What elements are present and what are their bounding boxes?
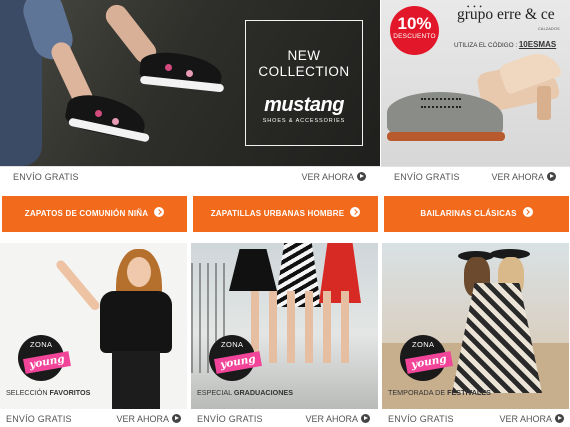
black-skirt	[229, 249, 277, 291]
zona-label: ZONA	[30, 340, 53, 349]
young-label: young	[214, 351, 262, 374]
promo-code-label: UTILIZA EL CÓDIGO :	[454, 42, 518, 49]
ver-ahora-link[interactable]: VER AHORA	[305, 414, 370, 424]
zona-label: ZONA	[412, 340, 435, 349]
caption-text: SELECCIÓN	[6, 388, 50, 397]
promo-code: 10ESMAS	[518, 40, 557, 49]
discount-percent: 10%	[397, 14, 432, 33]
promo-code-line: UTILIZA EL CÓDIGO : 10ESMAS	[454, 40, 556, 49]
ver-ahora-link[interactable]: VER AHORA	[301, 172, 366, 182]
ver-ahora-label: VER AHORA	[116, 414, 169, 424]
ver-ahora-label: VER AHORA	[499, 414, 552, 424]
panel-festivales[interactable]: ZONA young TEMPORADA DE FESTIVALES	[382, 243, 569, 409]
zona-young-badge: ZONA young	[400, 335, 453, 381]
free-shipping-label: ENVÍO GRATIS	[388, 414, 454, 424]
zona-young-badge: ZONA young	[209, 335, 262, 381]
play-circle-icon	[357, 172, 366, 181]
free-shipping-label: ENVÍO GRATIS	[6, 414, 72, 424]
new-collection-heading: NEW COLLECTION	[258, 48, 350, 79]
category-label: ZAPATOS DE COMUNIÓN NIÑA	[24, 209, 149, 218]
floral-print	[165, 64, 172, 71]
heel-illustration	[537, 86, 551, 120]
category-button-urbanas[interactable]: ZAPATILLAS URBANAS HOMBRE	[193, 196, 378, 232]
free-shipping-label: ENVÍO GRATIS	[394, 172, 460, 182]
play-circle-icon	[547, 172, 556, 181]
floral-print	[95, 110, 102, 117]
zona-label: ZONA	[221, 340, 244, 349]
mustang-logo: mustang	[264, 94, 344, 116]
play-circle-icon	[361, 414, 370, 423]
ver-ahora-label: VER AHORA	[491, 172, 544, 182]
brand-dots: • • •	[467, 3, 483, 11]
caption-text: ESPECIAL	[197, 388, 234, 397]
mustang-footer: ENVÍO GRATIS VER AHORA	[0, 166, 380, 186]
grupo-footer: ENVÍO GRATIS VER AHORA	[381, 166, 570, 186]
caption-bold: GRADUACIONES	[233, 388, 293, 397]
panel-footer: ENVÍO GRATIS VER AHORA	[382, 409, 570, 427]
ver-ahora-label: VER AHORA	[301, 172, 354, 182]
model-face	[127, 257, 151, 287]
chevron-right-circle-icon	[522, 207, 533, 217]
mustang-banner[interactable]: NEW COLLECTION mustang SHOES & ACCESSORI…	[0, 0, 380, 166]
ver-ahora-label: VER AHORA	[305, 414, 358, 424]
young-label: young	[23, 351, 71, 374]
mustang-logo-subtitle: SHOES & ACCESSORIES	[262, 118, 346, 124]
panel-favoritos[interactable]: ZONA young SELECCIÓN FAVORITOS	[0, 243, 187, 409]
category-label: BAILARINAS CLÁSICAS	[420, 209, 517, 218]
discount-badge: 10% DESCUENTO	[390, 6, 439, 55]
brand-subtitle: CALZADOS	[538, 27, 560, 31]
brand-logo: • • • grupo erre & ce	[457, 3, 555, 24]
free-shipping-label: ENVÍO GRATIS	[197, 414, 263, 424]
kimono-illustration	[452, 283, 542, 393]
grupo-erre-ce-banner[interactable]: 10% DESCUENTO • • • grupo erre & ce CALZ…	[381, 0, 570, 166]
derby-shoe-laces	[421, 98, 461, 108]
new-collection-box: NEW COLLECTION mustang SHOES & ACCESSORI…	[245, 20, 363, 146]
free-shipping-label: ENVÍO GRATIS	[13, 172, 79, 182]
model-arm	[54, 258, 102, 312]
ver-ahora-link[interactable]: VER AHORA	[499, 414, 564, 424]
floral-print	[186, 70, 193, 77]
play-circle-icon	[172, 414, 181, 423]
caption-bold: FESTIVALES	[447, 388, 491, 397]
play-circle-icon	[555, 414, 564, 423]
floral-print	[112, 118, 119, 125]
panel-caption: ESPECIAL GRADUACIONES	[197, 388, 293, 397]
category-label: ZAPATILLAS URBANAS HOMBRE	[210, 209, 345, 218]
chevron-right-circle-icon	[350, 207, 361, 217]
zona-young-badge: ZONA young	[18, 335, 71, 381]
model-top	[100, 291, 172, 353]
model-trousers	[112, 351, 160, 409]
discount-label: DESCUENTO	[393, 33, 436, 40]
panel-footer: ENVÍO GRATIS VER AHORA	[191, 409, 378, 427]
ver-ahora-link[interactable]: VER AHORA	[491, 172, 556, 182]
panel-footer: ENVÍO GRATIS VER AHORA	[0, 409, 187, 427]
category-button-bailarinas[interactable]: BAILARINAS CLÁSICAS	[384, 196, 569, 232]
category-button-comunion[interactable]: ZAPATOS DE COMUNIÓN NIÑA	[2, 196, 187, 232]
caption-bold: FAVORITOS	[49, 388, 91, 397]
derby-shoe-sole	[387, 132, 505, 141]
chevron-right-circle-icon	[154, 207, 165, 217]
panel-graduaciones[interactable]: ZONA young ESPECIAL GRADUACIONES	[191, 243, 378, 409]
panel-caption: SELECCIÓN FAVORITOS	[6, 388, 90, 397]
panel-caption: TEMPORADA DE FESTIVALES	[388, 388, 491, 397]
ver-ahora-link[interactable]: VER AHORA	[116, 414, 181, 424]
caption-text: TEMPORADA DE	[388, 388, 448, 397]
